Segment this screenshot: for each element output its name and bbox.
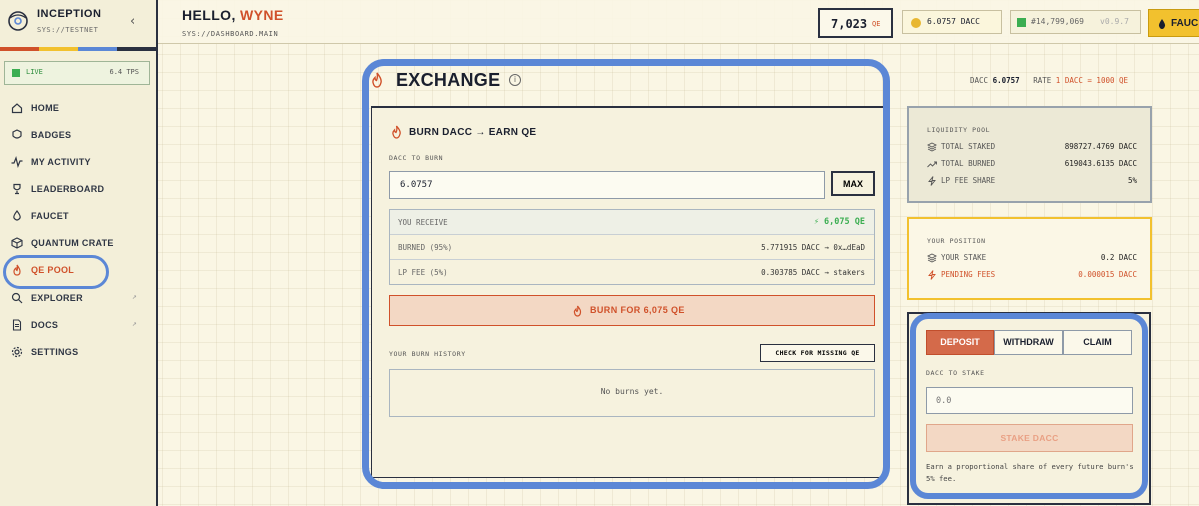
qe-balance: 7,023 QE (818, 8, 893, 38)
nav-label: FAUCET (31, 211, 69, 221)
nav-label: HOME (31, 103, 60, 113)
nav-label: QUANTUM CRATE (31, 238, 114, 248)
nav-label: LEADERBOARD (31, 184, 105, 194)
top-header: HELLO, WYNE SYS://DASHBOARD.MAIN 7,023 Q… (158, 0, 1199, 44)
nav-item-docs[interactable]: DOCS ↗ (0, 312, 156, 338)
qe-unit: QE (872, 20, 881, 28)
exchange-highlight (362, 59, 890, 489)
nav-label: BADGES (31, 130, 72, 140)
badge-icon (12, 129, 22, 139)
coin-icon (911, 18, 921, 28)
droplet-icon (1158, 19, 1166, 29)
rate-label: RATE (1033, 76, 1052, 85)
external-link-icon: ↗ (132, 292, 137, 301)
dacc-balance: 6.0757 DACC (902, 10, 1002, 34)
logo-icon (8, 11, 28, 31)
lp-label: LP FEE SHARE (941, 176, 996, 185)
position-label: YOUR STAKE (941, 253, 987, 262)
balance-value: 6.0757 (992, 76, 1020, 85)
gear-icon (11, 346, 23, 358)
system-path: SYS://DASHBOARD.MAIN (182, 30, 279, 38)
lp-row-total-burned: TOTAL BURNED 619043.6135 DACC (927, 158, 1137, 172)
tps-value: 6.4 TPS (109, 68, 139, 76)
liquidity-pool-title: LIQUIDITY POOL (927, 126, 991, 134)
greeting-text: HELLO, (182, 7, 236, 23)
lp-label: TOTAL STAKED (941, 142, 996, 151)
block-number: #14,799,069 (1031, 17, 1084, 26)
bolt-icon (928, 270, 936, 280)
trophy-icon (13, 183, 21, 195)
dacc-balance-value: 6.0757 DACC (927, 17, 980, 26)
nav-item-home[interactable]: HOME (0, 95, 156, 121)
brand-header: INCEPTION SYS://TESTNET ‹ (0, 0, 156, 50)
block-status: #14,799,069 v0.9.7 (1010, 10, 1141, 34)
position-value: 0.2 DACC (1100, 253, 1137, 262)
qe-balance-value: 7,023 (831, 17, 868, 31)
nav-label: MY ACTIVITY (31, 157, 91, 167)
lp-value: 5% (1127, 176, 1137, 185)
lp-row-total-staked: TOTAL STAKED 898727.4769 DACC (927, 141, 1137, 155)
nav-label: EXPLORER (31, 293, 83, 303)
nav-item-quantum-crate[interactable]: QUANTUM CRATE (0, 230, 156, 256)
brand-stripe (0, 47, 156, 51)
layers-icon (927, 253, 937, 263)
position-card: YOUR POSITION YOUR STAKE 0.2 DACC PENDIN… (907, 217, 1152, 300)
position-label: PENDING FEES (941, 270, 996, 279)
username: WYNE (240, 7, 284, 23)
position-title: YOUR POSITION (927, 237, 986, 245)
nav-label: DOCS (31, 320, 59, 330)
network-status: LIVE 6.4 TPS (4, 61, 150, 85)
app-version: v0.9.7 (1100, 17, 1129, 26)
position-row-pending-fees: PENDING FEES 0.000015 DACC (927, 269, 1137, 283)
lp-value: 898727.4769 DACC (1064, 142, 1137, 151)
nav-item-badges[interactable]: BADGES (0, 122, 156, 148)
nav-item-settings[interactable]: SETTINGS (0, 339, 156, 365)
home-icon (11, 103, 23, 114)
faucet-button[interactable]: FAUC (1148, 9, 1199, 37)
block-indicator-icon (1017, 18, 1026, 27)
brand-name: INCEPTION (37, 8, 102, 20)
live-label: LIVE (26, 68, 43, 76)
trend-up-icon (927, 161, 937, 168)
liquidity-pool-card: LIQUIDITY POOL TOTAL STAKED 898727.4769 … (907, 106, 1152, 203)
search-icon (11, 292, 23, 304)
faucet-button-label: FAUC (1171, 18, 1199, 29)
nav-item-my-activity[interactable]: MY ACTIVITY (0, 149, 156, 175)
position-row-stake: YOUR STAKE 0.2 DACC (927, 252, 1137, 266)
live-indicator-icon (12, 69, 20, 77)
balance-label: DACC (970, 76, 989, 85)
external-link-icon: ↗ (132, 319, 137, 328)
nav-label: SETTINGS (31, 347, 79, 357)
activity-icon (11, 156, 23, 168)
docs-icon (12, 319, 22, 331)
sidebar: INCEPTION SYS://TESTNET ‹ LIVE 6.4 TPS H… (0, 0, 158, 506)
position-value: 0.000015 DACC (1078, 270, 1137, 279)
active-nav-highlight (3, 255, 109, 289)
crate-icon (11, 237, 23, 249)
lp-label: TOTAL BURNED (941, 159, 996, 168)
nav-item-faucet[interactable]: FAUCET (0, 203, 156, 229)
layers-icon (927, 142, 937, 152)
stake-highlight (910, 313, 1148, 499)
lp-value: 619043.6135 DACC (1064, 159, 1137, 168)
rate-value: 1 DACC = 1000 QE (1055, 76, 1129, 85)
rate-info: DACC 6.0757 RATE 1 DACC = 1000 QE (970, 76, 1128, 85)
brand-subtitle: SYS://TESTNET (37, 26, 99, 34)
lp-row-fee-share: LP FEE SHARE 5% (927, 175, 1137, 189)
bolt-icon (928, 176, 936, 186)
nav-item-leaderboard[interactable]: LEADERBOARD (0, 176, 156, 202)
greeting: HELLO, WYNE (182, 7, 284, 23)
faucet-icon (13, 210, 21, 221)
collapse-sidebar-button[interactable]: ‹ (130, 14, 135, 29)
